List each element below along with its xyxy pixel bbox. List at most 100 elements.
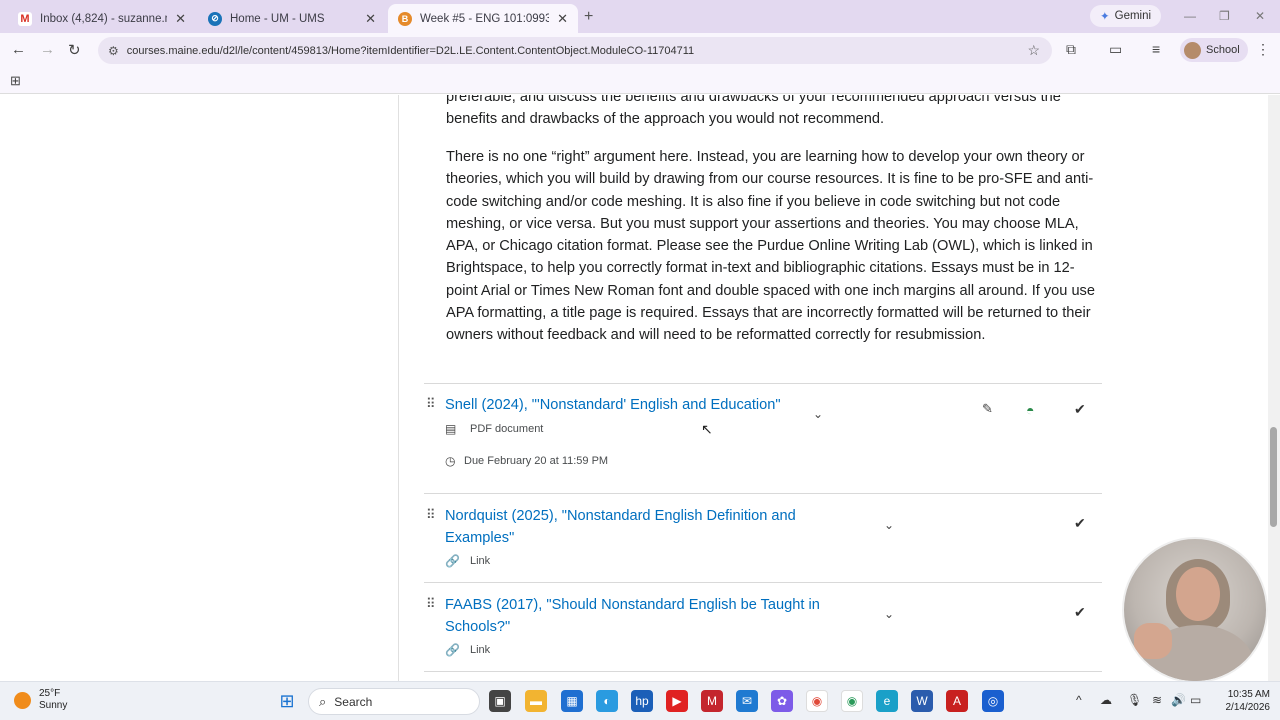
- task-view-icon[interactable]: ▣: [489, 690, 511, 712]
- weather-widget[interactable]: 25°F Sunny: [14, 688, 67, 712]
- bookmark-star-icon[interactable]: ☆: [1027, 42, 1040, 59]
- new-tab-icon[interactable]: +: [584, 8, 593, 26]
- edge-dev-icon[interactable]: ◐: [596, 690, 618, 712]
- edge-icon[interactable]: e: [876, 690, 898, 712]
- screen-recorder-icon[interactable]: ◎: [982, 690, 1004, 712]
- chrome-icon[interactable]: ◉: [806, 690, 828, 712]
- restore-icon[interactable]: ❐: [1219, 9, 1230, 23]
- minimize-icon[interactable]: —: [1184, 9, 1196, 23]
- close-icon[interactable]: ✕: [175, 11, 186, 27]
- hp-icon[interactable]: hp: [631, 690, 653, 712]
- drag-handle-icon[interactable]: ⠿: [426, 507, 436, 523]
- tab-title: Week #5 - ENG 101:0993-Colle: [420, 12, 550, 25]
- webcam-person-hand: [1134, 623, 1172, 659]
- show-hidden-icons-icon[interactable]: ^: [1076, 693, 1082, 707]
- content-item: ⠿ FAABS (2017), "Should Nonstandard Engl…: [424, 583, 1102, 671]
- copilot-icon[interactable]: ✿: [771, 690, 793, 712]
- apps-grid-icon[interactable]: ⊞: [10, 73, 21, 89]
- item-type: ▤ PDF document: [445, 422, 544, 436]
- extensions-icon[interactable]: ⧉: [1066, 41, 1076, 58]
- microphone-icon[interactable]: 🎙: [1127, 693, 1142, 707]
- clock-date: 2/14/2026: [1225, 702, 1271, 713]
- taskbar-search[interactable]: ⌕ Search: [308, 688, 480, 715]
- windows-taskbar: 25°F Sunny ⊞ ⌕ Search ▣ ▬ ▦ ◐ hp ▶ M ✉ ✿…: [0, 681, 1280, 720]
- cast-icon[interactable]: ▭: [1109, 41, 1122, 58]
- chevron-down-icon[interactable]: ⌄: [813, 407, 823, 421]
- content-item-title[interactable]: Nordquist (2025), "Nonstandard English D…: [445, 505, 845, 549]
- link-icon: 🔗: [445, 554, 460, 568]
- search-label: Search: [334, 694, 373, 709]
- tab-ums[interactable]: ⊘ Home - UM - UMS ✕: [198, 4, 386, 33]
- back-arrow-icon[interactable]: ←: [11, 41, 26, 58]
- tab-gmail[interactable]: M Inbox (4,824) - suzanne.nadeau ✕: [8, 4, 196, 33]
- scrollbar-thumb[interactable]: [1270, 427, 1277, 527]
- reload-icon[interactable]: ↻: [68, 41, 81, 59]
- due-date: ◷ Due February 20 at 11:59 PM: [445, 454, 609, 468]
- close-icon[interactable]: ✕: [365, 11, 376, 27]
- windows-start-icon[interactable]: ⊞: [276, 690, 298, 712]
- weather-temp: 25°F: [39, 688, 61, 699]
- file-explorer-icon[interactable]: ▬: [525, 690, 547, 712]
- content-item-title[interactable]: FAABS (2017), "Should Nonstandard Englis…: [445, 594, 845, 638]
- content-item: ⠿ Nordquist (2025), "Nonstandard English…: [424, 494, 1102, 582]
- weather-desc: Sunny: [39, 700, 68, 711]
- wifi-icon[interactable]: ≋: [1152, 693, 1162, 707]
- avatar: [1184, 41, 1201, 59]
- volume-icon[interactable]: 🔊: [1171, 693, 1186, 707]
- acrobat-icon[interactable]: A: [946, 690, 968, 712]
- more-menu-icon[interactable]: ⋮: [1256, 41, 1270, 58]
- profile-button[interactable]: School: [1180, 38, 1248, 62]
- store-icon[interactable]: ▦: [561, 690, 583, 712]
- page-content: preferable, and discuss the benefits and…: [0, 95, 1280, 681]
- drag-handle-icon[interactable]: ⠿: [426, 396, 436, 412]
- forward-arrow-icon[interactable]: →: [40, 41, 55, 58]
- url-text: courses.maine.edu/d2l/le/content/459813/…: [126, 44, 695, 57]
- outlook-icon[interactable]: ✉: [736, 690, 758, 712]
- content-item-title[interactable]: Snell (2024), "'Nonstandard' English and…: [445, 394, 815, 416]
- page-scrollbar[interactable]: [1268, 95, 1280, 681]
- search-icon: ⌕: [319, 693, 327, 709]
- chrome-profile-icon[interactable]: ◉: [841, 690, 863, 712]
- item-type: 🔗 Link: [445, 554, 491, 568]
- clock-time: 10:35 AM: [1227, 689, 1270, 700]
- close-icon[interactable]: ✕: [557, 11, 568, 27]
- checkmark-icon[interactable]: ✔: [1074, 604, 1086, 621]
- gmail-icon: M: [18, 11, 32, 26]
- youtube-icon[interactable]: ▶: [666, 690, 688, 712]
- chevron-down-icon[interactable]: ⌄: [884, 607, 894, 621]
- site-info-icon[interactable]: ⚙: [108, 44, 119, 58]
- media-controls-icon[interactable]: ≡: [1152, 41, 1160, 57]
- tab-brightspace-active[interactable]: B Week #5 - ENG 101:0993-Colle ✕: [388, 4, 578, 33]
- chevron-down-icon[interactable]: ⌄: [884, 518, 894, 532]
- checkmark-icon[interactable]: ✔: [1074, 515, 1086, 532]
- close-window-icon[interactable]: ✕: [1255, 9, 1265, 23]
- word-icon[interactable]: W: [911, 690, 933, 712]
- browser-tab-bar: M Inbox (4,824) - suzanne.nadeau ✕ ⊘ Hom…: [0, 0, 1280, 33]
- completion-tracking-icon[interactable]: ✎: [982, 401, 993, 417]
- divider: [424, 671, 1102, 672]
- instructions-paragraph-main: There is no one “right” argument here. I…: [446, 149, 1095, 344]
- drag-handle-icon[interactable]: ⠿: [426, 596, 436, 612]
- content-item: ⠿ Snell (2024), "'Nonstandard' English a…: [424, 384, 1102, 493]
- system-clock[interactable]: 10:35 AM 2/14/2026: [1214, 688, 1271, 714]
- onedrive-icon[interactable]: ☁: [1100, 693, 1112, 707]
- link-icon: 🔗: [445, 643, 460, 657]
- mouse-cursor-icon: ↖: [701, 421, 713, 437]
- bookmarks-bar: ⊞: [0, 67, 1280, 94]
- gemini-icon: ✦: [1100, 11, 1110, 23]
- brightspace-icon: B: [398, 11, 412, 26]
- webcam-overlay: [1122, 537, 1268, 683]
- battery-icon[interactable]: ▭: [1190, 693, 1201, 707]
- webcam-person-face: [1176, 567, 1220, 621]
- tab-title: Inbox (4,824) - suzanne.nadeau: [40, 12, 167, 25]
- checkmark-icon[interactable]: ✔: [1074, 401, 1086, 418]
- tab-title: Home - UM - UMS: [230, 12, 325, 25]
- address-bar[interactable]: ⚙ courses.maine.edu/d2l/le/content/45981…: [98, 37, 1052, 64]
- ums-icon: ⊘: [208, 11, 222, 26]
- status-indicator-icon: ◓: [1026, 402, 1035, 418]
- gemini-button[interactable]: ✦ Gemini: [1090, 5, 1162, 27]
- instructions-paragraph-top: preferable, and discuss the benefits and…: [446, 95, 1061, 128]
- mcafee-icon[interactable]: M: [701, 690, 723, 712]
- profile-label: School: [1206, 44, 1240, 56]
- sun-icon: [14, 691, 31, 709]
